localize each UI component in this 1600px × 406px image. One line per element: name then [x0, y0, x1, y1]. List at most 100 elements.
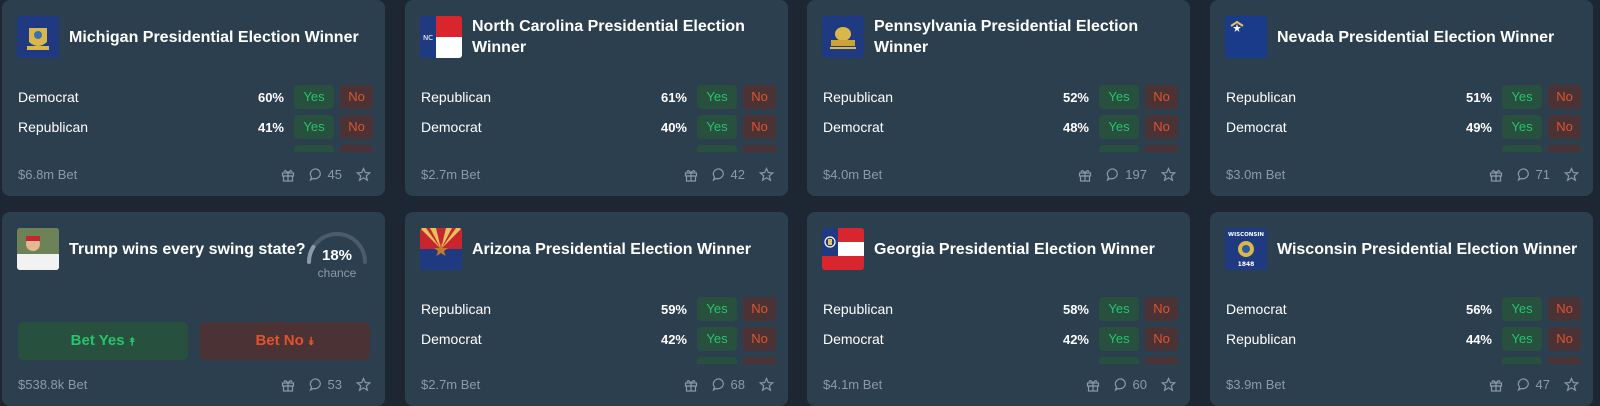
comment-button[interactable]: 71	[1516, 167, 1550, 182]
market-card-georgia[interactable]: Georgia Presidential Election Winner Rep…	[807, 212, 1190, 406]
chevrons-down-icon: ⯯	[307, 336, 315, 348]
star-icon[interactable]	[1564, 377, 1579, 392]
market-title[interactable]: Arizona Presidential Election Winner	[472, 239, 751, 260]
buy-yes-button[interactable]: Yes	[1502, 357, 1542, 364]
buy-no-button[interactable]: No	[743, 297, 776, 321]
buy-no-button[interactable]: No	[1548, 357, 1581, 364]
star-icon[interactable]	[356, 377, 371, 392]
buy-yes-button[interactable]: Yes	[697, 115, 737, 139]
market-title[interactable]: Georgia Presidential Election Winner	[874, 239, 1155, 260]
buy-no-button[interactable]: No	[743, 357, 776, 364]
buy-no-button[interactable]: No	[743, 115, 776, 139]
market-card-nevada[interactable]: Nevada Presidential Election Winner Repu…	[1210, 0, 1593, 196]
market-card-north-carolina[interactable]: NC North Carolina Presidential Election …	[405, 0, 788, 196]
buy-no-button[interactable]: No	[340, 85, 373, 109]
wisconsin-flag-icon: WISCONSIN 1848	[1225, 228, 1267, 270]
comment-button[interactable]: 42	[711, 167, 745, 182]
buy-no-button[interactable]: No	[1145, 357, 1178, 364]
comment-button[interactable]: 197	[1106, 167, 1147, 182]
market-title[interactable]: Nevada Presidential Election Winner	[1277, 27, 1554, 48]
star-icon[interactable]	[759, 377, 774, 392]
comment-count: 45	[327, 167, 342, 182]
buy-yes-button[interactable]: Yes	[1502, 145, 1542, 152]
arizona-flag-icon	[420, 228, 462, 270]
comment-button[interactable]: 68	[711, 377, 745, 392]
buy-yes-button[interactable]: Yes	[1502, 85, 1542, 109]
buy-yes-button[interactable]: Yes	[294, 85, 334, 109]
market-card-michigan[interactable]: Michigan Presidential Election Winner De…	[2, 0, 385, 196]
buy-yes-button[interactable]: Yes	[1502, 115, 1542, 139]
comment-button[interactable]: 60	[1113, 377, 1147, 392]
comment-icon	[308, 168, 321, 182]
market-title[interactable]: North Carolina Presidential Election Win…	[472, 16, 776, 58]
market-card-arizona[interactable]: Arizona Presidential Election Winner Rep…	[405, 212, 788, 406]
buy-no-button[interactable]: No	[1145, 85, 1178, 109]
buy-yes-button[interactable]: Yes	[1099, 145, 1139, 152]
buy-yes-button[interactable]: Yes	[1502, 327, 1542, 351]
buy-no-button[interactable]: No	[1145, 327, 1178, 351]
gift-icon[interactable]	[1086, 378, 1100, 392]
market-card-wisconsin[interactable]: WISCONSIN 1848 Wisconsin Presidential Ele…	[1210, 212, 1593, 406]
buy-no-button[interactable]: No	[1145, 297, 1178, 321]
star-icon[interactable]	[759, 167, 774, 182]
outcome-name: Democrat	[421, 331, 482, 347]
outcome-row: Democrat 60% Yes No	[18, 82, 373, 112]
buy-yes-button[interactable]: Yes	[697, 85, 737, 109]
buy-yes-button[interactable]: Yes	[697, 145, 737, 152]
gift-icon[interactable]	[684, 378, 698, 392]
buy-yes-button[interactable]: Yes	[1099, 357, 1139, 364]
buy-yes-button[interactable]: Yes	[697, 357, 737, 364]
buy-yes-button[interactable]: Yes	[697, 327, 737, 351]
buy-no-button[interactable]: No	[1145, 115, 1178, 139]
star-icon[interactable]	[1161, 377, 1176, 392]
buy-no-button[interactable]: No	[743, 85, 776, 109]
buy-no-button[interactable]: No	[1145, 145, 1178, 152]
outcome-percent: 42%	[660, 331, 687, 347]
bet-yes-button[interactable]: Bet Yes ⯭	[18, 322, 188, 360]
star-icon[interactable]	[1564, 167, 1579, 182]
buy-yes-button[interactable]: Yes	[1099, 115, 1139, 139]
outcome-list: Republican59%YesNoDemocrat42%YesNoOther<…	[421, 294, 776, 364]
gift-icon[interactable]	[1489, 378, 1503, 392]
star-icon[interactable]	[1161, 167, 1176, 182]
buy-no-button[interactable]: No	[1548, 327, 1581, 351]
buy-no-button[interactable]: No	[340, 115, 373, 139]
outcome-list: Republican58%YesNoDemocrat42%YesNoOther<…	[823, 294, 1178, 364]
gift-icon[interactable]	[1078, 168, 1092, 182]
outcome-row: Other<1% Yes No	[823, 354, 1178, 364]
buy-yes-button[interactable]: Yes	[1099, 85, 1139, 109]
buy-no-button[interactable]: No	[1548, 297, 1581, 321]
market-title[interactable]: Wisconsin Presidential Election Winner	[1277, 239, 1577, 260]
buy-no-button[interactable]: No	[1548, 115, 1581, 139]
gift-icon[interactable]	[281, 378, 295, 392]
buy-no-button[interactable]: No	[743, 145, 776, 152]
buy-yes-button[interactable]: Yes	[294, 145, 334, 152]
market-card-trump-swing-states[interactable]: Trump wins every swing state? 18% chance…	[2, 212, 385, 406]
gift-icon[interactable]	[684, 168, 698, 182]
comment-button[interactable]: 45	[308, 167, 342, 182]
comment-icon	[1516, 168, 1529, 182]
buy-no-button[interactable]: No	[340, 145, 373, 152]
card-footer: $4.1m Bet 60	[823, 377, 1176, 392]
gift-icon[interactable]	[281, 168, 295, 182]
outcome-name: Democrat	[1226, 301, 1287, 317]
buy-yes-button[interactable]: Yes	[1099, 327, 1139, 351]
buy-yes-button[interactable]: Yes	[1502, 297, 1542, 321]
market-title[interactable]: Trump wins every swing state?	[69, 239, 306, 260]
star-icon[interactable]	[356, 167, 371, 182]
market-card-pennsylvania[interactable]: Pennsylvania Presidential Election Winne…	[807, 0, 1190, 196]
buy-no-button[interactable]: No	[1548, 145, 1581, 152]
market-title[interactable]: Michigan Presidential Election Winner	[69, 27, 359, 48]
comment-icon	[1516, 378, 1529, 392]
market-title[interactable]: Pennsylvania Presidential Election Winne…	[874, 16, 1178, 58]
buy-no-button[interactable]: No	[1548, 85, 1581, 109]
buy-yes-button[interactable]: Yes	[1099, 297, 1139, 321]
gift-icon[interactable]	[1489, 168, 1503, 182]
bet-no-button[interactable]: Bet No ⯯	[200, 322, 370, 360]
buy-yes-button[interactable]: Yes	[697, 297, 737, 321]
comment-button[interactable]: 47	[1516, 377, 1550, 392]
outcome-percent: 60%	[257, 89, 284, 105]
buy-yes-button[interactable]: Yes	[294, 115, 334, 139]
buy-no-button[interactable]: No	[743, 327, 776, 351]
comment-button[interactable]: 53	[308, 377, 342, 392]
